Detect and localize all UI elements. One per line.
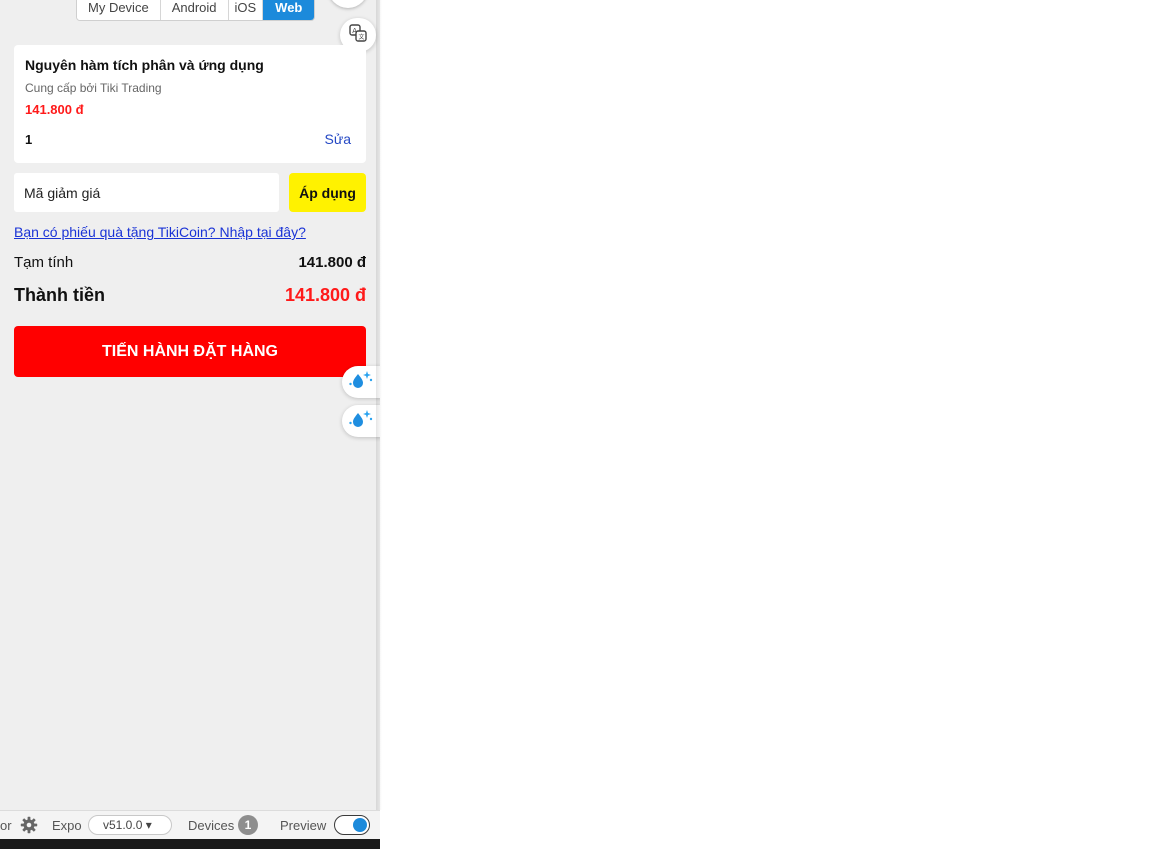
expo-label: Expo bbox=[52, 818, 82, 833]
product-seller: Cung cấp bởi Tiki Trading bbox=[25, 81, 162, 95]
product-card: Nguyên hàm tích phân và ứng dụng Cung cấ… bbox=[14, 45, 366, 163]
apply-coupon-button[interactable]: Áp dụng bbox=[289, 173, 366, 212]
tab-android[interactable]: Android bbox=[160, 0, 229, 20]
platform-tabs: My Device Android iOS Web bbox=[76, 0, 316, 21]
edit-link[interactable]: Sửa bbox=[325, 131, 352, 147]
toggle-knob bbox=[353, 818, 367, 832]
floating-button-top[interactable] bbox=[328, 0, 368, 8]
devices-label[interactable]: Devices bbox=[188, 818, 234, 833]
tikicoin-link[interactable]: Bạn có phiếu quà tặng TikiCoin? Nhập tại… bbox=[14, 224, 306, 240]
product-quantity: 1 bbox=[25, 132, 33, 147]
preview-toggle[interactable] bbox=[334, 815, 370, 835]
app-preview-panel: My Device Android iOS Web A 文 Nguyên hàm… bbox=[0, 0, 380, 849]
bottom-toolbar: or Expo v51.0.0 ▾ Devices 1 Preview bbox=[0, 810, 380, 839]
translate-icon: A 文 bbox=[348, 23, 368, 48]
product-title: Nguyên hàm tích phân và ứng dụng bbox=[25, 57, 264, 73]
panel-edge-shadow bbox=[376, 0, 382, 810]
water-drop-sparkle-icon bbox=[348, 369, 374, 396]
subtotal-value: 141.800 đ bbox=[298, 254, 366, 271]
tab-ios[interactable]: iOS bbox=[228, 0, 264, 20]
svg-text:A: A bbox=[352, 27, 357, 35]
tab-my-device[interactable]: My Device bbox=[77, 0, 161, 20]
coupon-input[interactable] bbox=[14, 173, 279, 212]
total-value: 141.800 đ bbox=[284, 285, 366, 305]
devices-count-badge: 1 bbox=[238, 815, 258, 835]
subtotal-label: Tạm tính bbox=[14, 254, 74, 271]
water-drop-sparkle-icon bbox=[348, 408, 374, 435]
version-select[interactable]: v51.0.0 ▾ bbox=[88, 815, 172, 835]
floating-action-button-2[interactable] bbox=[342, 405, 380, 437]
bottom-dark-strip bbox=[0, 839, 380, 849]
floating-action-button-1[interactable] bbox=[342, 366, 380, 398]
total-label: Thành tiền bbox=[14, 285, 105, 305]
preview-label: Preview bbox=[280, 818, 327, 833]
tab-web[interactable]: Web bbox=[263, 0, 315, 20]
gear-icon[interactable] bbox=[20, 816, 38, 837]
product-price: 141.800 đ bbox=[25, 102, 84, 117]
editor-label-fragment: or bbox=[0, 818, 12, 833]
checkout-button[interactable]: TIẾN HÀNH ĐẶT HÀNG bbox=[14, 326, 366, 377]
svg-text:文: 文 bbox=[359, 33, 365, 41]
